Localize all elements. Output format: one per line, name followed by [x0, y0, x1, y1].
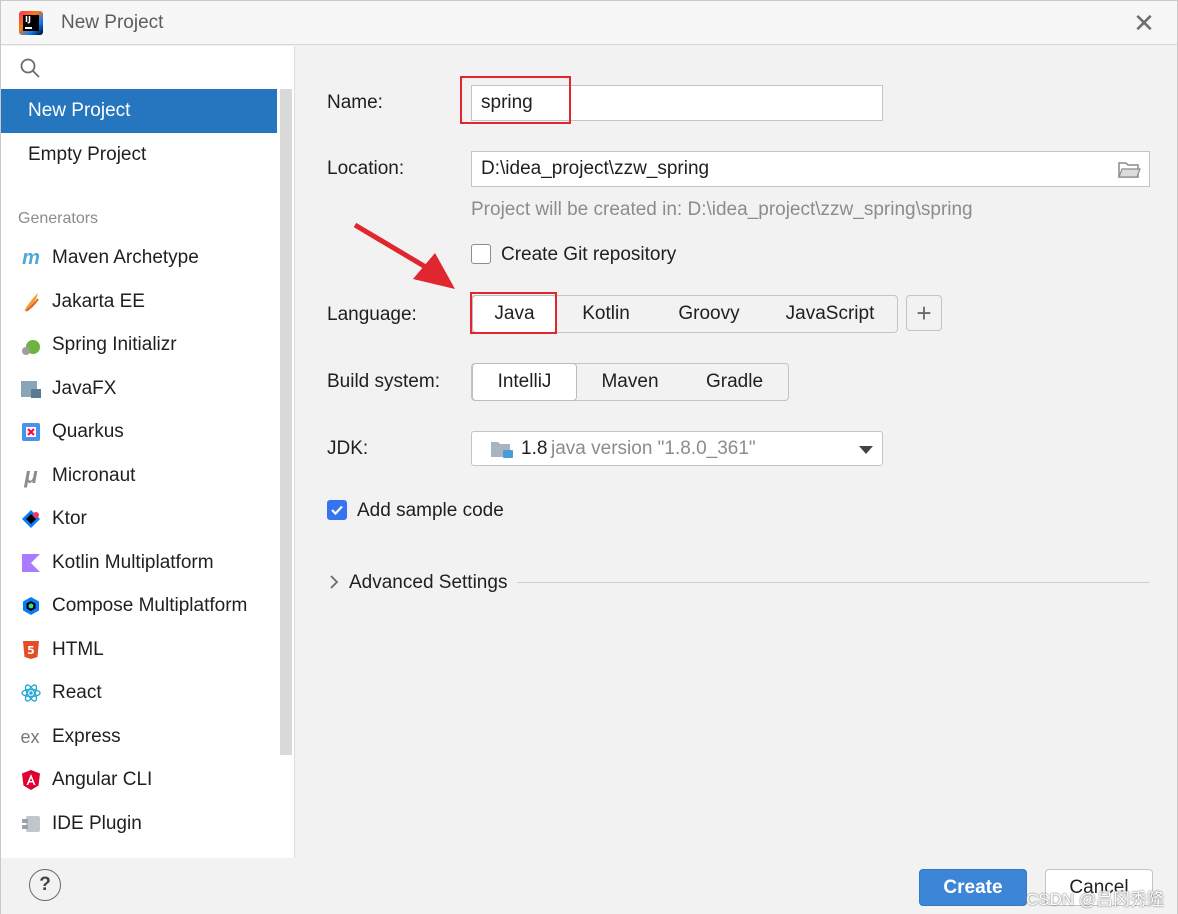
close-icon[interactable]: ✕ [1129, 9, 1159, 39]
advanced-settings-toggle[interactable]: Advanced Settings [349, 572, 507, 594]
build-option-maven[interactable]: Maven [582, 364, 678, 400]
sidebar-item-jakarta-ee[interactable]: Jakarta EE [1, 280, 277, 324]
name-label: Name: [327, 92, 383, 113]
angular-icon [22, 770, 40, 790]
sidebar-item-label: Compose Multiplatform [52, 595, 248, 616]
sidebar-item-compose-multiplatform[interactable]: Compose Multiplatform [1, 584, 277, 628]
micronaut-icon: μ [24, 463, 38, 488]
sidebar-item-micronaut[interactable]: μ Micronaut [1, 454, 277, 498]
jdk-folder-icon [491, 442, 513, 458]
chevron-down-icon [859, 446, 873, 454]
sidebar-item-label: Ktor [52, 508, 87, 529]
jdk-description: java version "1.8.0_361" [551, 438, 756, 459]
sidebar-item-label: Jakarta EE [52, 291, 145, 312]
sidebar-item-html[interactable]: 5 HTML [1, 628, 277, 672]
sidebar-item-quarkus[interactable]: Quarkus [1, 410, 277, 454]
title-bar: IJ New Project ✕ [1, 1, 1177, 45]
sidebar-item-spring-initializr[interactable]: Spring Initializr [1, 323, 277, 367]
search-icon[interactable] [19, 57, 41, 79]
sidebar-item-react[interactable]: React [1, 671, 277, 715]
language-option-kotlin[interactable]: Kotlin [564, 296, 648, 332]
watermark: CSDN @吕冈秀隆 [1026, 890, 1165, 909]
build-option-gradle[interactable]: Gradle [682, 364, 787, 400]
sidebar-item-empty-project[interactable]: Empty Project [1, 133, 277, 177]
sidebar-item-label: JavaFX [52, 378, 117, 399]
quarkus-icon [22, 423, 40, 441]
annotation-arrow-icon [353, 222, 455, 289]
sidebar-item-label: Kotlin Multiplatform [52, 552, 214, 573]
sidebar-scrollbar[interactable] [280, 89, 292, 755]
svg-text:5: 5 [27, 644, 35, 657]
jdk-label: JDK: [327, 438, 369, 459]
react-icon [21, 684, 41, 702]
location-label: Location: [327, 158, 405, 179]
sidebar-item-label: React [52, 682, 102, 703]
help-button[interactable]: ? [29, 869, 61, 901]
html5-icon: 5 [23, 641, 39, 659]
checkmark-icon [331, 505, 343, 516]
plugin-icon [22, 816, 40, 832]
jdk-version: 1.8 [521, 438, 548, 459]
sidebar-item-new-project[interactable]: New Project [1, 89, 277, 133]
sidebar: New Project Empty Project Generators m M… [1, 46, 295, 858]
build-system-selector: IntelliJ Maven Gradle [471, 363, 789, 401]
intellij-logo-icon: IJ [19, 11, 43, 35]
sidebar-item-label: Angular CLI [52, 769, 153, 790]
express-icon: ex [20, 727, 40, 747]
sidebar-item-javafx[interactable]: JavaFX [1, 367, 277, 411]
sidebar-item-label: New Project [28, 100, 131, 121]
sidebar-item-angular-cli[interactable]: Angular CLI [1, 758, 277, 802]
annotation-box-java [470, 292, 557, 334]
sample-code-checkbox[interactable] [327, 500, 347, 520]
sidebar-item-maven-archetype[interactable]: m Maven Archetype [1, 236, 277, 280]
location-hint: Project will be created in: D:\idea_proj… [471, 199, 973, 220]
maven-icon: m [22, 247, 40, 269]
compose-icon [23, 597, 39, 615]
sidebar-item-label: Maven Archetype [52, 247, 199, 268]
sample-code-label[interactable]: Add sample code [357, 500, 504, 522]
sidebar-item-kotlin-multiplatform[interactable]: Kotlin Multiplatform [1, 541, 277, 585]
sidebar-item-label: Spring Initializr [52, 334, 177, 355]
generators-heading: Generators [18, 210, 99, 227]
build-system-label: Build system: [327, 371, 440, 392]
language-label: Language: [327, 304, 417, 325]
window-title: New Project [61, 12, 164, 33]
folder-icon[interactable] [1117, 160, 1141, 180]
language-option-javascript[interactable]: JavaScript [770, 296, 890, 332]
language-option-groovy[interactable]: Groovy [662, 296, 756, 332]
javafx-icon [21, 381, 41, 398]
jakarta-ee-icon [24, 293, 39, 312]
new-project-dialog: IJ New Project ✕ New Project Empty Proje… [0, 0, 1178, 914]
create-button[interactable]: Create [919, 869, 1027, 906]
sidebar-item-label: Empty Project [28, 144, 147, 165]
git-checkbox[interactable] [471, 244, 491, 264]
annotation-box-name [460, 76, 571, 124]
location-value: D:\idea_project\zzw_spring [481, 158, 710, 179]
sidebar-item-label: Express [52, 726, 121, 747]
sidebar-item-label: Quarkus [52, 421, 124, 442]
jdk-dropdown[interactable]: 1.8 java version "1.8.0_361" [471, 431, 883, 466]
kotlin-icon [22, 554, 40, 572]
chevron-right-icon[interactable] [327, 574, 341, 590]
git-label[interactable]: Create Git repository [501, 244, 676, 266]
add-language-button[interactable]: + [906, 295, 942, 331]
location-input[interactable]: D:\idea_project\zzw_spring [471, 151, 1150, 187]
sidebar-item-ktor[interactable]: Ktor [1, 497, 277, 541]
advanced-settings-divider [517, 582, 1150, 583]
sidebar-item-label: Micronaut [52, 465, 136, 486]
ktor-icon [22, 510, 40, 528]
spring-icon [22, 340, 40, 355]
sidebar-item-label: HTML [52, 639, 104, 660]
build-option-intellij[interactable]: IntelliJ [472, 363, 577, 401]
sidebar-item-label: IDE Plugin [52, 813, 142, 834]
sidebar-item-express[interactable]: ex Express [1, 715, 277, 759]
sidebar-item-ide-plugin[interactable]: IDE Plugin [1, 802, 277, 846]
